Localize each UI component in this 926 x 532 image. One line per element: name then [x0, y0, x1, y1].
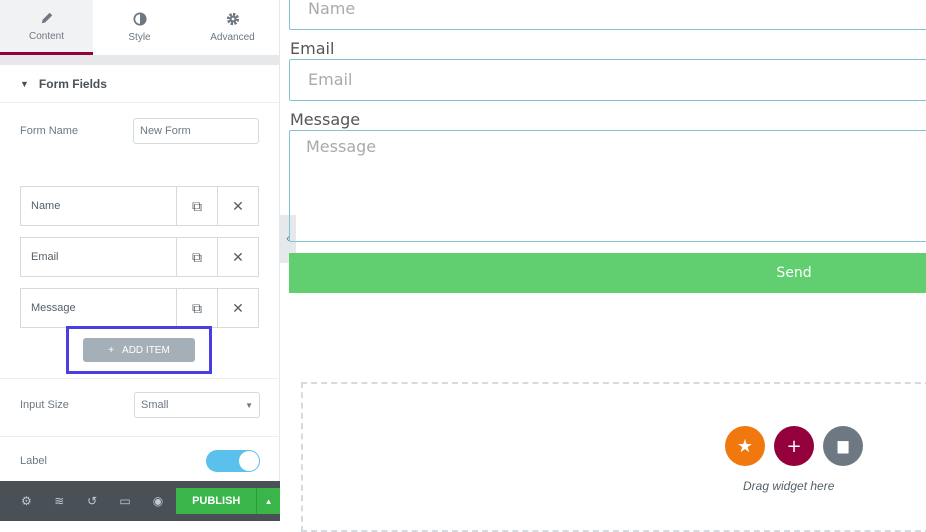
layers-icon[interactable]: ≋ — [43, 494, 76, 508]
repeater-item-message[interactable]: Message ⧉ ✕ — [20, 288, 259, 328]
caret-down-icon: ▼ — [245, 400, 253, 410]
caret-down-icon: ▼ — [20, 78, 29, 89]
tab-style[interactable]: Style — [93, 0, 186, 55]
divider — [0, 55, 279, 65]
tab-content[interactable]: Content — [0, 0, 93, 55]
message-label: Message — [290, 110, 361, 129]
section-form-fields[interactable]: ▼ Form Fields — [0, 65, 279, 103]
email-label: Email — [290, 39, 335, 58]
star-icon[interactable]: ★ — [725, 426, 765, 466]
editor-panel: Content Style Advanced ▼ Form Fields Form… — [0, 0, 280, 521]
duplicate-icon[interactable]: ⧉ — [176, 238, 217, 276]
input-size-row: Input Size Small ▼ — [0, 392, 280, 418]
tab-advanced[interactable]: Advanced — [186, 0, 279, 55]
publish-options-button[interactable]: ▲ — [256, 488, 280, 514]
divider — [0, 436, 280, 437]
tab-label: Content — [28, 30, 65, 42]
add-item-highlight: + ADD ITEM — [66, 326, 212, 374]
item-label: Name — [31, 200, 61, 212]
label-toggle[interactable] — [206, 450, 260, 472]
form-name-input[interactable]: New Form — [133, 118, 259, 144]
history-icon[interactable]: ↺ — [76, 494, 109, 508]
input-size-value: Small — [141, 399, 169, 411]
add-item-label: ADD ITEM — [122, 344, 170, 356]
name-placeholder: Name — [308, 0, 356, 18]
label-row: Label — [0, 450, 280, 472]
send-label: Send — [776, 265, 812, 281]
settings-icon[interactable]: ⚙ — [10, 494, 43, 508]
repeater-item-name[interactable]: Name ⧉ ✕ — [20, 186, 259, 226]
form-name-value: New Form — [140, 125, 191, 137]
input-size-select[interactable]: Small ▼ — [134, 392, 260, 418]
label-toggle-label: Label — [20, 455, 47, 467]
responsive-icon[interactable]: ▭ — [109, 494, 142, 508]
send-button[interactable]: Send — [289, 253, 926, 293]
drop-zone[interactable]: ★ + ▆ Drag widget here — [301, 382, 926, 532]
panel-footer: ⚙ ≋ ↺ ▭ ◉ PUBLISH ▲ — [0, 481, 280, 521]
preview-eye-icon[interactable]: ◉ — [142, 494, 175, 508]
message-placeholder: Message — [306, 137, 377, 156]
contrast-icon — [132, 12, 147, 26]
publish-button[interactable]: PUBLISH — [176, 488, 257, 514]
folder-icon[interactable]: ▆ — [823, 426, 863, 466]
message-textarea[interactable]: Message — [289, 130, 926, 242]
email-placeholder: Email — [308, 70, 353, 89]
plus-icon: + — [108, 344, 115, 356]
close-icon[interactable]: ✕ — [217, 187, 258, 225]
preview-canvas: Name Email Email Message Message Send ★ … — [289, 0, 926, 532]
drag-widget-text: Drag widget here — [743, 479, 835, 493]
form-name-row: Form Name New Form — [0, 103, 279, 159]
section-title: Form Fields — [38, 76, 107, 91]
tab-label: Advanced — [210, 32, 255, 43]
email-input[interactable]: Email — [289, 59, 926, 101]
tab-label: Style — [128, 32, 151, 43]
add-section-plus-icon[interactable]: + — [774, 426, 814, 466]
close-icon[interactable]: ✕ — [217, 289, 258, 327]
divider — [0, 378, 280, 379]
name-input[interactable]: Name — [289, 0, 926, 30]
duplicate-icon[interactable]: ⧉ — [176, 187, 217, 225]
add-item-button[interactable]: + ADD ITEM — [83, 338, 195, 362]
item-label: Email — [31, 251, 59, 263]
gear-icon — [226, 12, 239, 26]
item-label: Message — [31, 302, 76, 314]
form-name-label: Form Name — [20, 125, 79, 137]
input-size-label: Input Size — [20, 399, 69, 411]
duplicate-icon[interactable]: ⧉ — [176, 289, 217, 327]
close-icon[interactable]: ✕ — [217, 238, 258, 276]
pencil-icon — [41, 12, 52, 23]
panel-tabs: Content Style Advanced — [0, 0, 279, 55]
repeater-item-email[interactable]: Email ⧉ ✕ — [20, 237, 259, 277]
